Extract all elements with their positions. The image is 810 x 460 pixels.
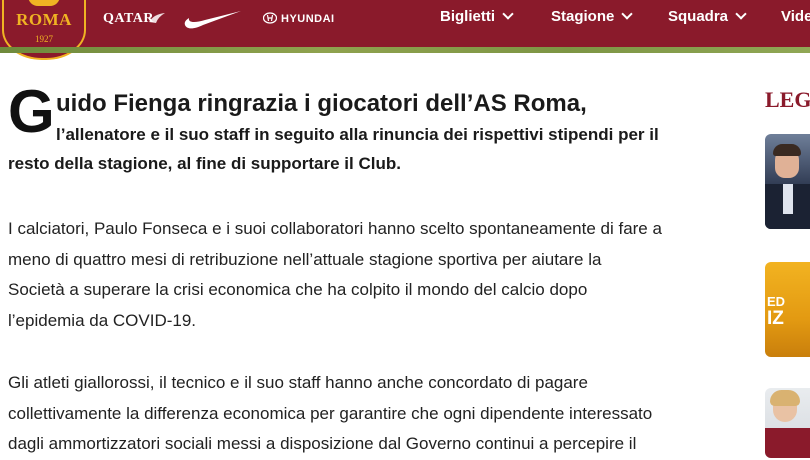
wolf-emblem-icon xyxy=(28,0,60,6)
article-subtitle-line: resto della stagione, al fine di support… xyxy=(8,154,401,173)
paragraph-line: Società a superare la crisi economica ch… xyxy=(8,280,588,299)
nav-item-biglietti[interactable]: Biglietti xyxy=(440,8,514,28)
sidebar-heading: LEG xyxy=(765,87,810,112)
nav-label: Vide xyxy=(781,8,810,25)
crest-year: 1927 xyxy=(35,34,53,44)
chevron-down-icon xyxy=(502,8,514,20)
nav-item-video[interactable]: Vide xyxy=(781,8,810,28)
nav-item-squadra[interactable]: Squadra xyxy=(668,8,747,28)
card-caption-line: ED xyxy=(767,294,786,309)
player-shirt xyxy=(765,428,810,458)
nike-swoosh-logo[interactable] xyxy=(183,8,243,30)
card-caption-line: IZ xyxy=(767,308,784,329)
nav-label: Biglietti xyxy=(440,8,495,25)
person-hair xyxy=(773,144,801,156)
nav-item-stagione[interactable]: Stagione xyxy=(551,8,634,28)
paragraph-line: dagli ammortizzatori sociali messi a dis… xyxy=(8,434,637,453)
article-paragraph: I calciatori, Paulo Fonseca e i suoi col… xyxy=(8,214,662,336)
person-shirt xyxy=(783,184,793,214)
sidebar-card-thumbnail[interactable] xyxy=(765,388,810,458)
player-hair xyxy=(770,390,800,406)
hyundai-logo[interactable]: HYUNDAI xyxy=(281,13,335,25)
dropcap-letter: G xyxy=(8,78,55,145)
site-header: ROMA 1927 QATAR HYUNDAI Biglietti Stagio… xyxy=(0,0,810,60)
paragraph-line: l’epidemia da COVID-19. xyxy=(8,310,197,330)
header-grass-strip xyxy=(0,47,810,53)
nav-label: Stagione xyxy=(551,8,615,25)
article-paragraph: Gli atleti giallorossi, il tecnico e il … xyxy=(8,368,652,460)
qatar-airways-logo[interactable]: QATAR xyxy=(103,11,154,27)
nav-label: Squadra xyxy=(668,8,729,25)
sidebar-card-thumbnail[interactable] xyxy=(765,134,810,229)
oryx-icon xyxy=(149,13,165,23)
chevron-down-icon xyxy=(735,8,747,20)
crest-name: ROMA xyxy=(16,10,72,29)
chevron-down-icon xyxy=(621,8,634,20)
article-title: uido Fienga ringrazia i giocatori dell’A… xyxy=(56,90,587,117)
paragraph-line: meno di quattro mesi di retribuzione nel… xyxy=(8,249,602,269)
card-caption: ED IZ xyxy=(767,294,785,329)
article-subtitle-line: l’allenatore e il suo staff in seguito a… xyxy=(56,125,659,144)
sidebar-card-thumbnail[interactable]: ED IZ xyxy=(765,262,810,357)
hyundai-h-icon xyxy=(263,12,277,24)
paragraph-line: Gli atleti giallorossi, il tecnico e il … xyxy=(8,373,588,392)
paragraph-line: collettivamente la differenza economica … xyxy=(8,403,653,423)
paragraph-line: I calciatori, Paulo Fonseca e i suoi col… xyxy=(8,219,662,238)
